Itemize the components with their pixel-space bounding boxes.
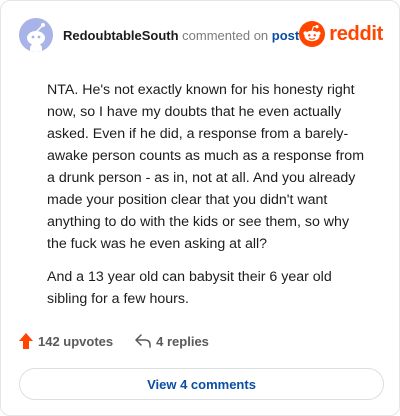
view-comments-button[interactable]: View 4 comments <box>19 368 384 400</box>
comment-footer: 142 upvotes 4 replies <box>19 333 209 349</box>
post-link[interactable]: post <box>272 28 299 43</box>
snoo-avatar-icon <box>19 18 53 52</box>
action-text: commented on <box>182 27 269 43</box>
reddit-logo[interactable]: reddit <box>299 21 383 47</box>
avatar[interactable] <box>19 18 53 52</box>
comment-header: RedoubtableSouth commented on post reddi… <box>19 18 383 52</box>
comment-body: NTA. He's not exactly known for his hone… <box>47 79 369 321</box>
comment-card: RedoubtableSouth commented on post reddi… <box>0 0 400 416</box>
comment-paragraph: And a 13 year old can babysit their 6 ye… <box>47 269 332 307</box>
reply-count: 4 replies <box>156 333 209 349</box>
header-text: RedoubtableSouth commented on post <box>63 28 299 43</box>
upvote-count: 142 upvotes <box>38 333 114 349</box>
upvote-stat[interactable]: 142 upvotes <box>19 333 113 349</box>
reddit-wordmark: reddit <box>329 22 383 45</box>
replies-stat[interactable]: 4 replies <box>135 334 209 349</box>
reddit-snoo-icon <box>299 21 326 47</box>
username[interactable]: RedoubtableSouth <box>63 28 179 43</box>
reply-arrow-icon <box>135 334 151 348</box>
upvote-arrow-icon <box>19 333 33 349</box>
comment-paragraph: NTA. He's not exactly known for his hone… <box>47 82 365 252</box>
